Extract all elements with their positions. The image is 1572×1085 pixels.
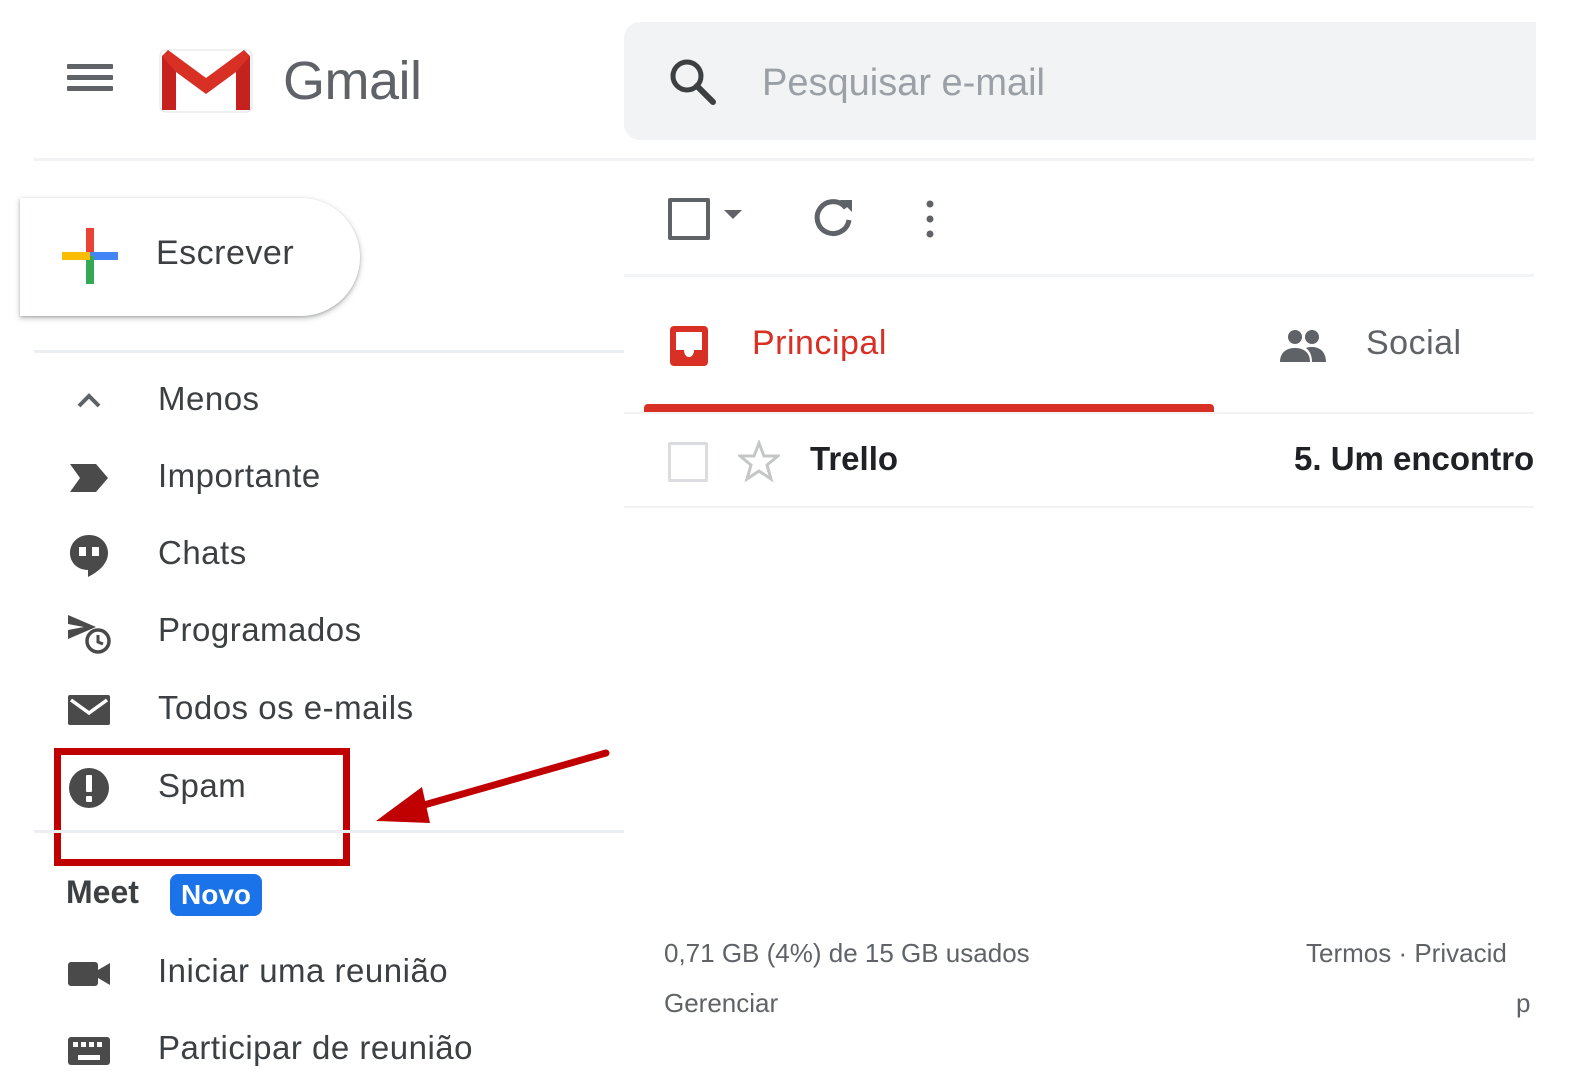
footer-links-cut: p (1516, 988, 1531, 1018)
compose-label: Escrever (156, 234, 295, 272)
select-all-checkbox[interactable] (668, 198, 710, 240)
chat-icon (70, 535, 108, 577)
sidebar-item-importante[interactable]: Importante (34, 443, 594, 513)
manage-storage-link[interactable]: Gerenciar (664, 988, 778, 1019)
email-row[interactable]: Trello 5. Um encontro (624, 414, 1554, 506)
footer-links[interactable]: Termos · Privacid (1306, 938, 1507, 969)
refresh-icon[interactable] (810, 194, 856, 240)
scheduled-send-icon (68, 615, 111, 654)
people-icon (1280, 330, 1326, 362)
sidebar-item-menos[interactable]: Menos (34, 366, 594, 436)
sidebar-item-chats[interactable]: Chats (34, 520, 594, 590)
sidebar-item-programados[interactable]: Programados (34, 597, 594, 667)
plus-icon (62, 228, 118, 284)
gmail-logo-icon[interactable] (158, 44, 254, 116)
search-input[interactable] (760, 52, 1464, 114)
select-dropdown-caret-icon[interactable] (724, 210, 742, 219)
menu-icon-bar (67, 86, 113, 91)
email-sender: Trello (810, 440, 899, 477)
header-divider (34, 158, 1534, 161)
label-important-icon (70, 464, 108, 492)
sidebar-item-label: Menos (158, 380, 260, 417)
meet-section-title: Meet (66, 874, 139, 910)
sidebar-item-label: Programados (158, 611, 362, 648)
meet-item-label: Participar de reunião (158, 1029, 474, 1066)
keyboard-icon (68, 1037, 110, 1065)
toolbar-divider (624, 274, 1534, 277)
star-icon[interactable] (738, 440, 780, 482)
chevron-up-icon (77, 393, 101, 408)
active-tab-indicator (644, 404, 1214, 412)
meet-item-iniciar-reuniao[interactable]: Iniciar uma reunião (34, 938, 594, 1008)
sidebar-item-label: Importante (158, 457, 321, 494)
sidebar-divider (34, 350, 624, 353)
menu-icon-bar (67, 75, 113, 80)
videocam-icon (68, 962, 110, 986)
gmail-brand-text: Gmail (283, 51, 422, 111)
arrow-annotation-icon (376, 749, 610, 823)
mail-icon (68, 695, 110, 725)
meet-item-participar-reuniao[interactable]: Participar de reunião (34, 1015, 594, 1085)
sidebar-item-label: Chats (158, 534, 247, 571)
sidebar-item-todos-os-emails[interactable]: Todos os e-mails (34, 675, 594, 745)
row-divider (624, 506, 1534, 508)
sidebar-item-label: Todos os e-mails (158, 689, 414, 726)
row-checkbox[interactable] (668, 442, 708, 482)
search-icon[interactable] (666, 55, 720, 109)
tab-social[interactable]: Social (1250, 300, 1540, 404)
main-menu-button[interactable] (64, 58, 116, 104)
storage-usage-text: 0,71 GB (4%) de 15 GB usados (664, 938, 1030, 968)
meet-item-label: Iniciar uma reunião (158, 952, 449, 989)
tab-label: Principal (752, 324, 887, 362)
menu-icon-bar (67, 64, 113, 69)
new-badge: Novo (170, 874, 262, 916)
tab-principal[interactable]: Principal (644, 300, 1214, 412)
tab-label: Social (1366, 324, 1462, 362)
email-subject: 5. Um encontro (1294, 440, 1535, 477)
spam-highlight-box (54, 748, 350, 866)
inbox-icon (670, 326, 708, 366)
more-vert-icon[interactable] (920, 196, 940, 242)
sidebar-divider (34, 830, 624, 833)
screenshot-crop-edge (1536, 0, 1572, 1069)
